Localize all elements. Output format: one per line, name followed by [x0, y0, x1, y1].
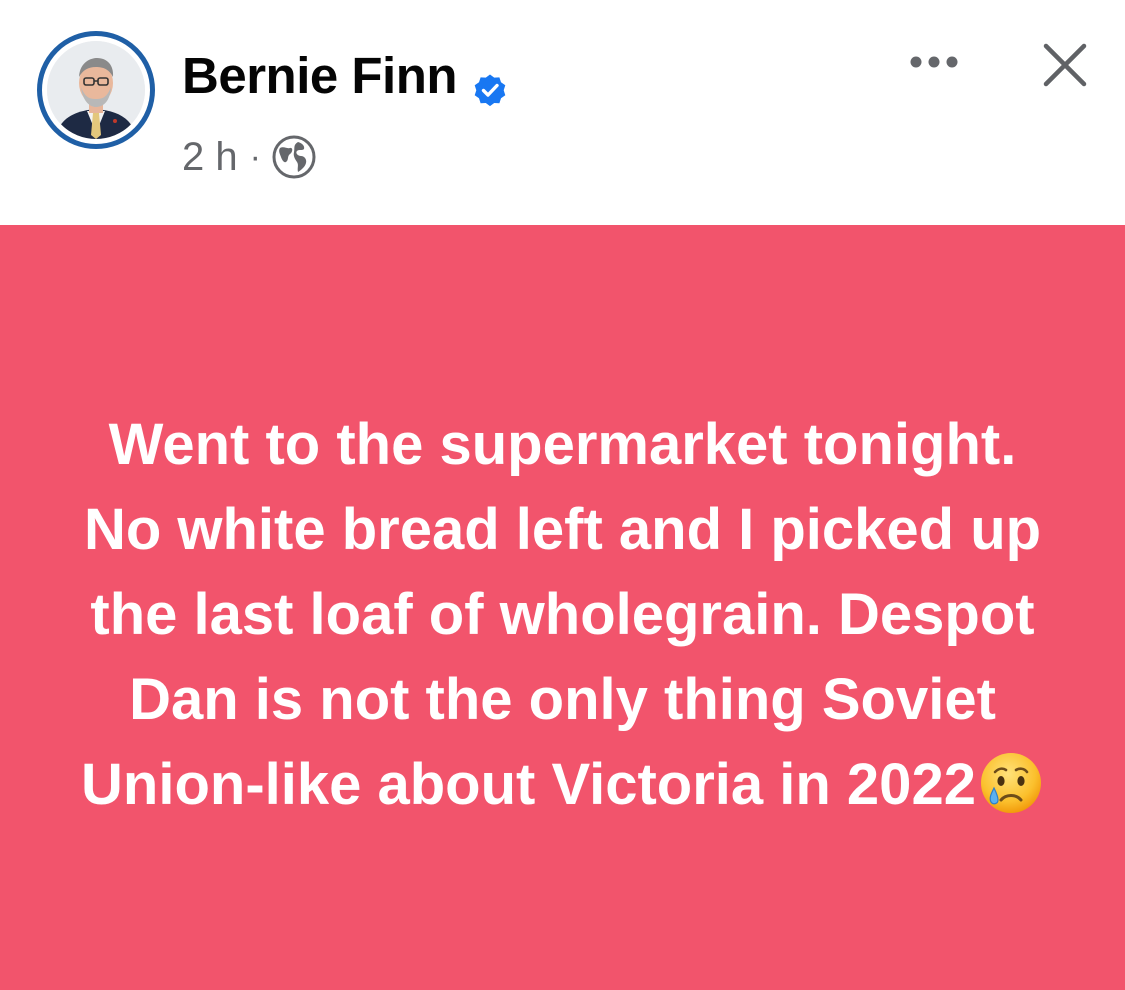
more-horizontal-icon — [910, 56, 958, 68]
verified-badge-icon — [471, 60, 509, 107]
author-avatar[interactable] — [37, 31, 155, 149]
close-icon — [1043, 43, 1087, 87]
author-name[interactable]: Bernie Finn — [182, 44, 509, 108]
post-meta: 2 h · — [182, 133, 317, 181]
person-portrait-icon — [47, 41, 145, 139]
post-header: Bernie Finn 2 h · — [0, 0, 1125, 225]
avatar-photo — [47, 41, 145, 139]
post-text-content: Went to the supermarket tonight. No whit… — [81, 412, 1042, 817]
author-name-text: Bernie Finn — [182, 47, 458, 104]
close-button[interactable] — [1030, 30, 1100, 100]
meta-separator: · — [249, 138, 261, 176]
more-options-button[interactable] — [902, 38, 966, 86]
crying-face-emoji-icon — [978, 750, 1044, 816]
globe-icon[interactable] — [271, 134, 317, 180]
post-text: Went to the supermarket tonight. No whit… — [63, 402, 1063, 827]
post-body-card: Went to the supermarket tonight. No whit… — [0, 225, 1125, 990]
post-time[interactable]: 2 h — [182, 133, 238, 181]
facebook-post: Bernie Finn 2 h · Went to the supermarke… — [0, 0, 1125, 990]
